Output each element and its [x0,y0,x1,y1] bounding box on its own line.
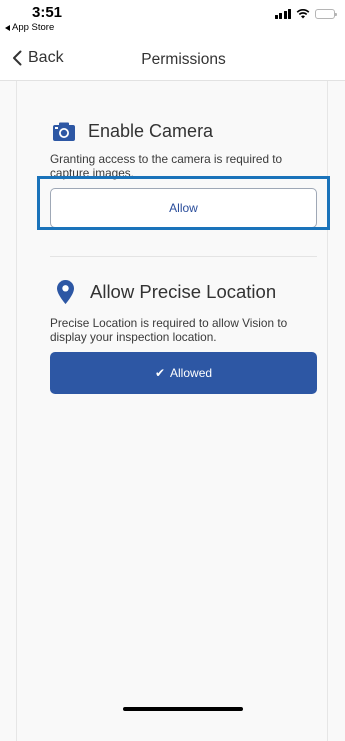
location-pin-icon [57,280,74,304]
back-to-app-store-link[interactable]: App Store [5,22,54,33]
location-title-text: Allow Precise Location [90,281,277,302]
location-section-title: Allow Precise Location [57,280,276,304]
allowed-label: Allowed [170,366,213,380]
camera-section-title: Enable Camera [53,121,213,142]
location-allowed-button[interactable]: ✔ Allowed [50,352,317,394]
status-time: 3:51 [32,4,63,21]
cellular-signal-icon [274,8,291,19]
left-divider [16,81,17,741]
status-bar: 3:51 App Store [0,0,345,40]
checkmark-icon: ✔ [154,366,166,380]
page-title: Permissions [141,51,226,68]
right-divider [327,81,328,741]
camera-description: Granting access to the camera is require… [50,152,283,180]
home-indicator[interactable] [123,707,243,711]
content-area [0,81,345,741]
status-icons [274,8,337,19]
section-divider [50,256,317,257]
permissions-screen: 3:51 App Store Back Permissions Enable C… [0,0,345,741]
allow-camera-button[interactable]: Allow [50,188,317,228]
battery-icon [315,8,337,19]
wifi-icon [296,9,310,19]
navigation-bar: Back Permissions [0,40,345,81]
back-app-label: App Store [12,22,55,33]
back-triangle-icon [5,24,10,31]
location-description: Precise Location is required to allow Vi… [50,316,288,344]
camera-icon [53,122,75,141]
camera-title-text: Enable Camera [88,121,214,141]
